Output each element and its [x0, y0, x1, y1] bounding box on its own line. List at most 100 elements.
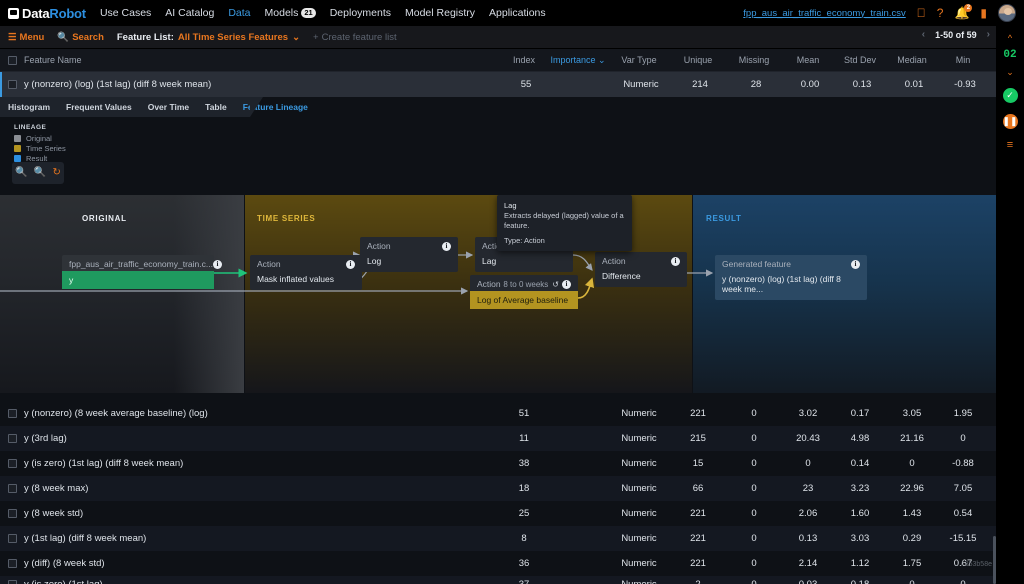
row-min: 0: [938, 579, 988, 584]
active-dataset-link[interactable]: fpp_aus_air_traffic_economy_train.csv: [743, 8, 905, 19]
header-median[interactable]: Median: [886, 55, 938, 65]
table-row[interactable]: y (nonzero) (8 week average baseline) (l…: [0, 401, 996, 426]
header-min[interactable]: Min: [938, 55, 988, 65]
info-icon[interactable]: i: [562, 280, 571, 289]
row-feature-name-label: y (3rd lag): [24, 433, 67, 444]
tab-over-time[interactable]: Over Time: [140, 102, 197, 112]
row-checkbox[interactable]: [8, 409, 17, 418]
question-mark-icon[interactable]: ?: [937, 7, 944, 19]
header-index[interactable]: Index: [500, 55, 548, 65]
header-std-dev[interactable]: Std Dev: [834, 55, 886, 65]
result-node-title: Generated feature: [722, 259, 791, 269]
row-feature-name-label: y (1st lag) (diff 8 week mean): [24, 533, 146, 544]
tab-histogram[interactable]: Histogram: [0, 102, 58, 112]
share-icon[interactable]: : [917, 7, 926, 19]
chevron-down-icon[interactable]: ⌄: [1006, 68, 1014, 77]
row-unique: 66: [670, 483, 726, 494]
row-checkbox[interactable]: [8, 80, 17, 89]
lineage-node-log[interactable]: Action i Log: [360, 237, 458, 272]
menu-button[interactable]: ☰ Menu: [8, 32, 44, 43]
list-icon[interactable]: ≡: [1007, 140, 1013, 151]
row-var-type: Numeric: [608, 579, 670, 584]
header-importance[interactable]: Importance ⌄: [548, 55, 608, 66]
chevron-left-icon[interactable]: ‹: [922, 29, 925, 40]
row-missing: 0: [726, 533, 782, 544]
info-icon[interactable]: i: [671, 257, 680, 266]
log-node-header: Action i: [360, 237, 458, 253]
info-icon[interactable]: i: [851, 260, 860, 269]
tab-frequent-values[interactable]: Frequent Values: [58, 102, 140, 112]
nav-item-data[interactable]: Data: [228, 7, 250, 19]
table-row[interactable]: y (1st lag) (diff 8 week mean) 8 Numeric…: [0, 526, 996, 551]
lineage-node-mask-inflated-values[interactable]: Action i Mask inflated values: [250, 255, 362, 290]
row-var-type: Numeric: [608, 408, 670, 419]
table-row[interactable]: y (8 week max) 18 Numeric 66 0 23 3.23 2…: [0, 476, 996, 501]
zoom-in-icon[interactable]: 🔍: [15, 168, 27, 178]
lineage-node-log-of-average-baseline[interactable]: Action 8 to 0 weeks ↺ i Log of Average b…: [470, 275, 578, 309]
row-missing: 0: [726, 433, 782, 444]
nav-item-model-registry[interactable]: Model Registry: [405, 7, 475, 19]
table-row[interactable]: y (is zero) (1st lag) 37 Numeric 2 0 0.0…: [0, 576, 996, 584]
row-feature-name: y (nonzero) (8 week average baseline) (l…: [0, 408, 500, 419]
table-row-selected[interactable]: y (nonzero) (log) (1st lag) (diff 8 week…: [0, 72, 996, 97]
folder-icon[interactable]: ▮: [980, 7, 987, 19]
row-std-dev: 0.18: [834, 579, 886, 584]
legend-label-original: Original: [26, 134, 52, 143]
tab-table[interactable]: Table: [197, 102, 235, 112]
lineage-canvas[interactable]: ORIGINAL TIME SERIES RESULT: [0, 195, 996, 393]
check-circle-icon[interactable]: ✓: [1003, 88, 1018, 103]
row-checkbox[interactable]: [8, 484, 17, 493]
chevron-right-icon[interactable]: ›: [987, 29, 990, 40]
info-icon[interactable]: i: [213, 260, 222, 269]
row-unique: 15: [670, 458, 726, 469]
reset-icon[interactable]: ↻: [52, 168, 60, 178]
tab-feature-lineage[interactable]: Feature Lineage: [235, 102, 316, 112]
row-checkbox[interactable]: [8, 580, 17, 584]
row-feature-name: y (8 week max): [0, 483, 500, 494]
vertical-scrollbar[interactable]: [993, 536, 996, 584]
header-var-type[interactable]: Var Type: [608, 55, 670, 65]
nav-item-models[interactable]: Models21: [265, 7, 316, 19]
pause-circle-icon[interactable]: ❚❚: [1003, 114, 1018, 129]
header-unique[interactable]: Unique: [670, 55, 726, 65]
bell-icon[interactable]: 🔔2: [954, 7, 969, 19]
table-row[interactable]: y (diff) (8 week std) 36 Numeric 221 0 2…: [0, 551, 996, 576]
row-checkbox[interactable]: [8, 559, 17, 568]
info-icon[interactable]: i: [346, 260, 355, 269]
row-mean: 0.03: [782, 579, 834, 584]
table-row[interactable]: y (3rd lag) 11 Numeric 215 0 20.43 4.98 …: [0, 426, 996, 451]
datarobot-logo[interactable]: DataRobot: [8, 6, 86, 21]
feature-list-selector[interactable]: Feature List: All Time Series Features ⌄: [117, 32, 300, 43]
row-mean: 2.06: [782, 508, 834, 519]
row-checkbox[interactable]: [8, 434, 17, 443]
header-missing[interactable]: Missing: [726, 55, 782, 65]
row-checkbox[interactable]: [8, 509, 17, 518]
row-index: 51: [500, 408, 548, 419]
create-feature-list-button[interactable]: + Create feature list: [313, 32, 397, 43]
row-checkbox[interactable]: [8, 459, 17, 468]
mask-node-title: Action: [257, 259, 281, 269]
nav-item-applications[interactable]: Applications: [489, 7, 546, 19]
history-icon[interactable]: ↺: [552, 280, 559, 289]
row-unique: 221: [670, 533, 726, 544]
lineage-node-difference[interactable]: Action i Difference: [595, 252, 687, 287]
nav-item-use-cases[interactable]: Use Cases: [100, 7, 151, 19]
header-mean[interactable]: Mean: [782, 55, 834, 65]
lineage-node-dataset[interactable]: fpp_aus_air_traffic_economy_train.c... i…: [62, 255, 214, 289]
user-avatar[interactable]: [998, 4, 1016, 22]
chevron-up-icon[interactable]: ^: [1008, 34, 1012, 43]
nav-item-ai-catalog[interactable]: AI Catalog: [165, 7, 214, 19]
dataset-node-header: fpp_aus_air_traffic_economy_train.c... i: [62, 255, 214, 271]
zoom-out-icon[interactable]: 🔍: [34, 168, 46, 178]
table-row[interactable]: y (8 week std) 25 Numeric 221 0 2.06 1.6…: [0, 501, 996, 526]
row-checkbox[interactable]: [8, 534, 17, 543]
table-row[interactable]: y (is zero) (1st lag) (diff 8 week mean)…: [0, 451, 996, 476]
legend-item-original: Original: [14, 134, 996, 143]
info-icon[interactable]: i: [442, 242, 451, 251]
nav-item-deployments[interactable]: Deployments: [330, 7, 391, 19]
logo-text-robot: Robot: [49, 6, 86, 21]
lineage-node-generated-feature[interactable]: Generated feature i y (nonzero) (log) (1…: [715, 255, 867, 300]
select-all-checkbox[interactable]: [8, 56, 17, 65]
search-button[interactable]: 🔍 Search: [57, 32, 104, 43]
chevron-down-icon: ⌄: [598, 55, 606, 65]
